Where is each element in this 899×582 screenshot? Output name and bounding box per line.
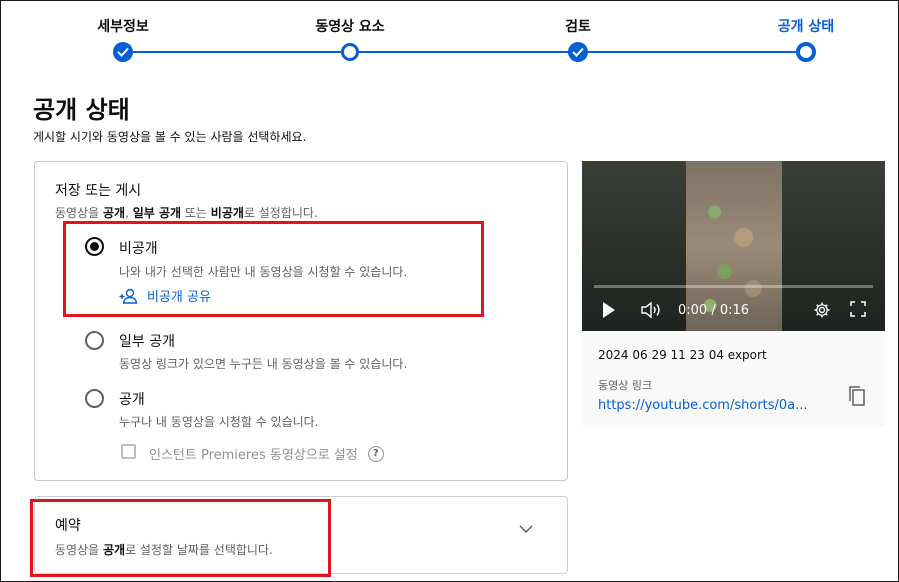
desc-text: 동영상을 bbox=[55, 206, 103, 220]
step-checks-check-icon[interactable] bbox=[568, 42, 588, 62]
desc-text: 로 설정합니다. bbox=[243, 206, 318, 220]
fullscreen-icon[interactable] bbox=[850, 301, 866, 317]
page-subtitle: 게시할 시기와 동영상을 볼 수 있는 사람을 선택하세요. bbox=[33, 130, 307, 144]
step-checks-label[interactable]: 검토 bbox=[565, 16, 591, 36]
desc-private: 비공개 bbox=[210, 206, 244, 220]
save-publish-card: 저장 또는 게시 동영상을 공개, 일부 공개 또는 비공개로 설정합니다. 비… bbox=[34, 161, 568, 481]
premiere-label-row: 인스턴트 Premieres 동영상으로 설정 ? bbox=[149, 444, 384, 463]
desc-public: 공개 bbox=[102, 206, 126, 220]
save-publish-title: 저장 또는 게시 bbox=[55, 183, 142, 199]
video-link-label: 동영상 링크 bbox=[598, 379, 653, 392]
desc-sep: 또는 bbox=[181, 206, 211, 220]
step-video-elements-dot[interactable] bbox=[341, 43, 359, 61]
step-visibility-dot[interactable] bbox=[796, 42, 816, 62]
desc-sep: , bbox=[125, 206, 133, 220]
option-unlisted-label[interactable]: 일부 공개 bbox=[119, 331, 175, 351]
video-link[interactable]: https://youtube.com/shorts/0a... bbox=[598, 398, 808, 413]
play-icon[interactable] bbox=[602, 301, 616, 319]
video-file-name: 2024 06 29 11 23 04 export bbox=[598, 348, 767, 362]
radio-unlisted[interactable] bbox=[85, 331, 104, 350]
highlight-private-box bbox=[63, 221, 484, 317]
step-visibility-label[interactable]: 공개 상태 bbox=[778, 16, 834, 36]
highlight-schedule-box bbox=[30, 499, 331, 577]
volume-icon[interactable] bbox=[640, 301, 662, 319]
step-video-elements-label[interactable]: 동영상 요소 bbox=[315, 16, 384, 36]
option-unlisted-desc: 동영상 링크가 있으면 누구든 내 동영상을 볼 수 있습니다. bbox=[119, 357, 408, 371]
video-time: 0:00 / 0:16 bbox=[678, 303, 750, 318]
radio-public[interactable] bbox=[85, 389, 104, 408]
step-details-label[interactable]: 세부정보 bbox=[97, 16, 149, 36]
video-player[interactable]: 0:00 / 0:16 bbox=[582, 161, 885, 331]
premiere-checkbox[interactable] bbox=[121, 444, 136, 459]
video-preview-panel: 0:00 / 0:16 2024 06 29 11 23 04 export 동… bbox=[582, 161, 885, 426]
copy-icon[interactable] bbox=[848, 385, 866, 407]
video-progress-bar[interactable] bbox=[594, 285, 873, 288]
stepper-line bbox=[123, 51, 806, 53]
step-details-check-icon[interactable] bbox=[113, 42, 133, 62]
desc-unlisted: 일부 공개 bbox=[132, 206, 182, 220]
premiere-label: 인스턴트 Premieres 동영상으로 설정 bbox=[149, 448, 358, 463]
page-title: 공개 상태 bbox=[33, 96, 130, 124]
help-icon[interactable]: ? bbox=[367, 445, 384, 462]
chevron-down-icon[interactable] bbox=[519, 525, 533, 533]
option-public-desc: 누구나 내 동영상을 시청할 수 있습니다. bbox=[119, 415, 319, 429]
settings-gear-icon[interactable] bbox=[813, 301, 831, 319]
option-public-label[interactable]: 공개 bbox=[119, 389, 145, 409]
save-publish-desc: 동영상을 공개, 일부 공개 또는 비공개로 설정합니다. bbox=[55, 204, 318, 221]
